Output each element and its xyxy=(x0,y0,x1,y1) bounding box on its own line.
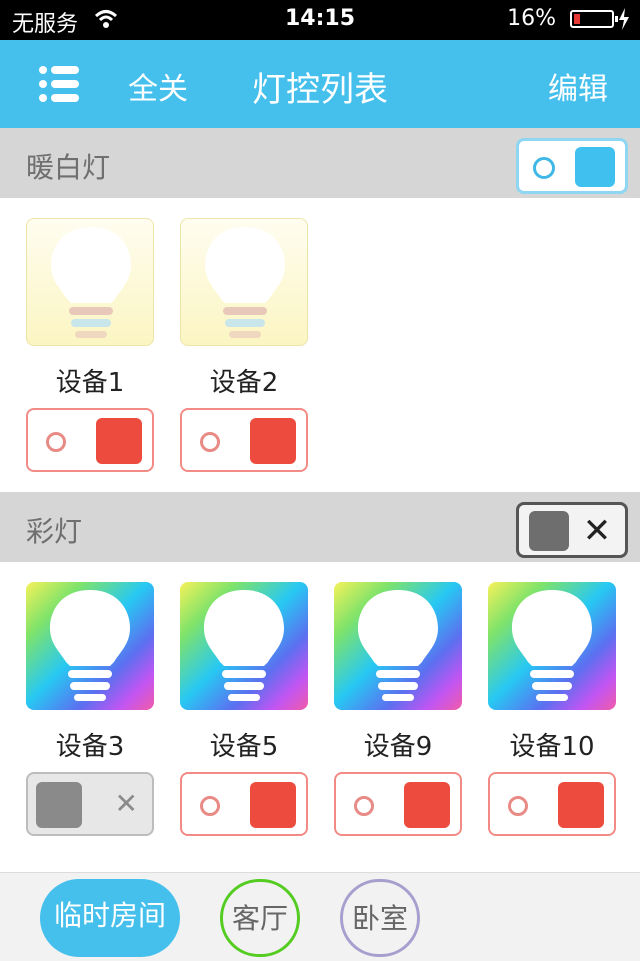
group-toggle-color[interactable]: ✕ xyxy=(516,502,628,558)
room-tab-living-room[interactable]: 客厅 xyxy=(220,879,300,957)
device-name: 设备10 xyxy=(509,732,595,762)
bulb-icon[interactable] xyxy=(488,582,616,710)
device-switch[interactable] xyxy=(180,408,308,472)
on-indicator-icon xyxy=(533,157,555,179)
device-switch[interactable] xyxy=(26,408,154,472)
device-switch[interactable] xyxy=(180,772,308,836)
device-switch[interactable] xyxy=(334,772,462,836)
device-name: 设备1 xyxy=(55,368,125,398)
bulb-icon[interactable] xyxy=(180,218,308,346)
device-name: 设备9 xyxy=(363,732,433,762)
section-header-warm: 暖白灯 xyxy=(0,128,640,198)
device-card: 设备3 ✕ xyxy=(26,582,154,836)
device-name: 设备2 xyxy=(209,368,279,398)
room-tab-temporary[interactable]: 临时房间 xyxy=(40,879,180,957)
room-tab-bedroom[interactable]: 卧室 xyxy=(340,879,420,957)
charging-icon xyxy=(619,8,629,30)
device-card: 设备9 xyxy=(334,582,462,836)
section-title: 彩灯 xyxy=(26,515,83,548)
device-name: 设备3 xyxy=(55,732,125,762)
device-card: 设备1 xyxy=(26,218,154,472)
status-bar: 无服务 14:15 16% xyxy=(0,0,640,40)
close-icon: ✕ xyxy=(582,511,612,551)
bulb-icon[interactable] xyxy=(26,218,154,346)
section-title: 暖白灯 xyxy=(26,151,111,184)
device-card: 设备2 xyxy=(180,218,308,472)
toggle-knob xyxy=(575,147,615,187)
bulb-icon[interactable] xyxy=(180,582,308,710)
device-switch[interactable]: ✕ xyxy=(26,772,154,836)
page-title: 灯控列表 xyxy=(252,70,388,110)
bulb-icon[interactable] xyxy=(334,582,462,710)
bulb-icon[interactable] xyxy=(26,582,154,710)
device-switch[interactable] xyxy=(488,772,616,836)
battery-icon xyxy=(570,10,618,28)
section-header-color: 彩灯 ✕ xyxy=(0,492,640,562)
device-card: 设备5 xyxy=(180,582,308,836)
edit-button[interactable]: 编辑 xyxy=(548,64,608,108)
room-tab-bar: 临时房间 客厅 卧室 xyxy=(0,872,640,961)
device-name: 设备5 xyxy=(209,732,279,762)
battery-percent: 16% xyxy=(507,6,556,31)
device-card: 设备10 xyxy=(488,582,616,836)
nav-bar: 全关 灯控列表 编辑 xyxy=(0,40,640,128)
group-toggle-warm[interactable] xyxy=(516,138,628,194)
toggle-knob xyxy=(529,511,569,551)
